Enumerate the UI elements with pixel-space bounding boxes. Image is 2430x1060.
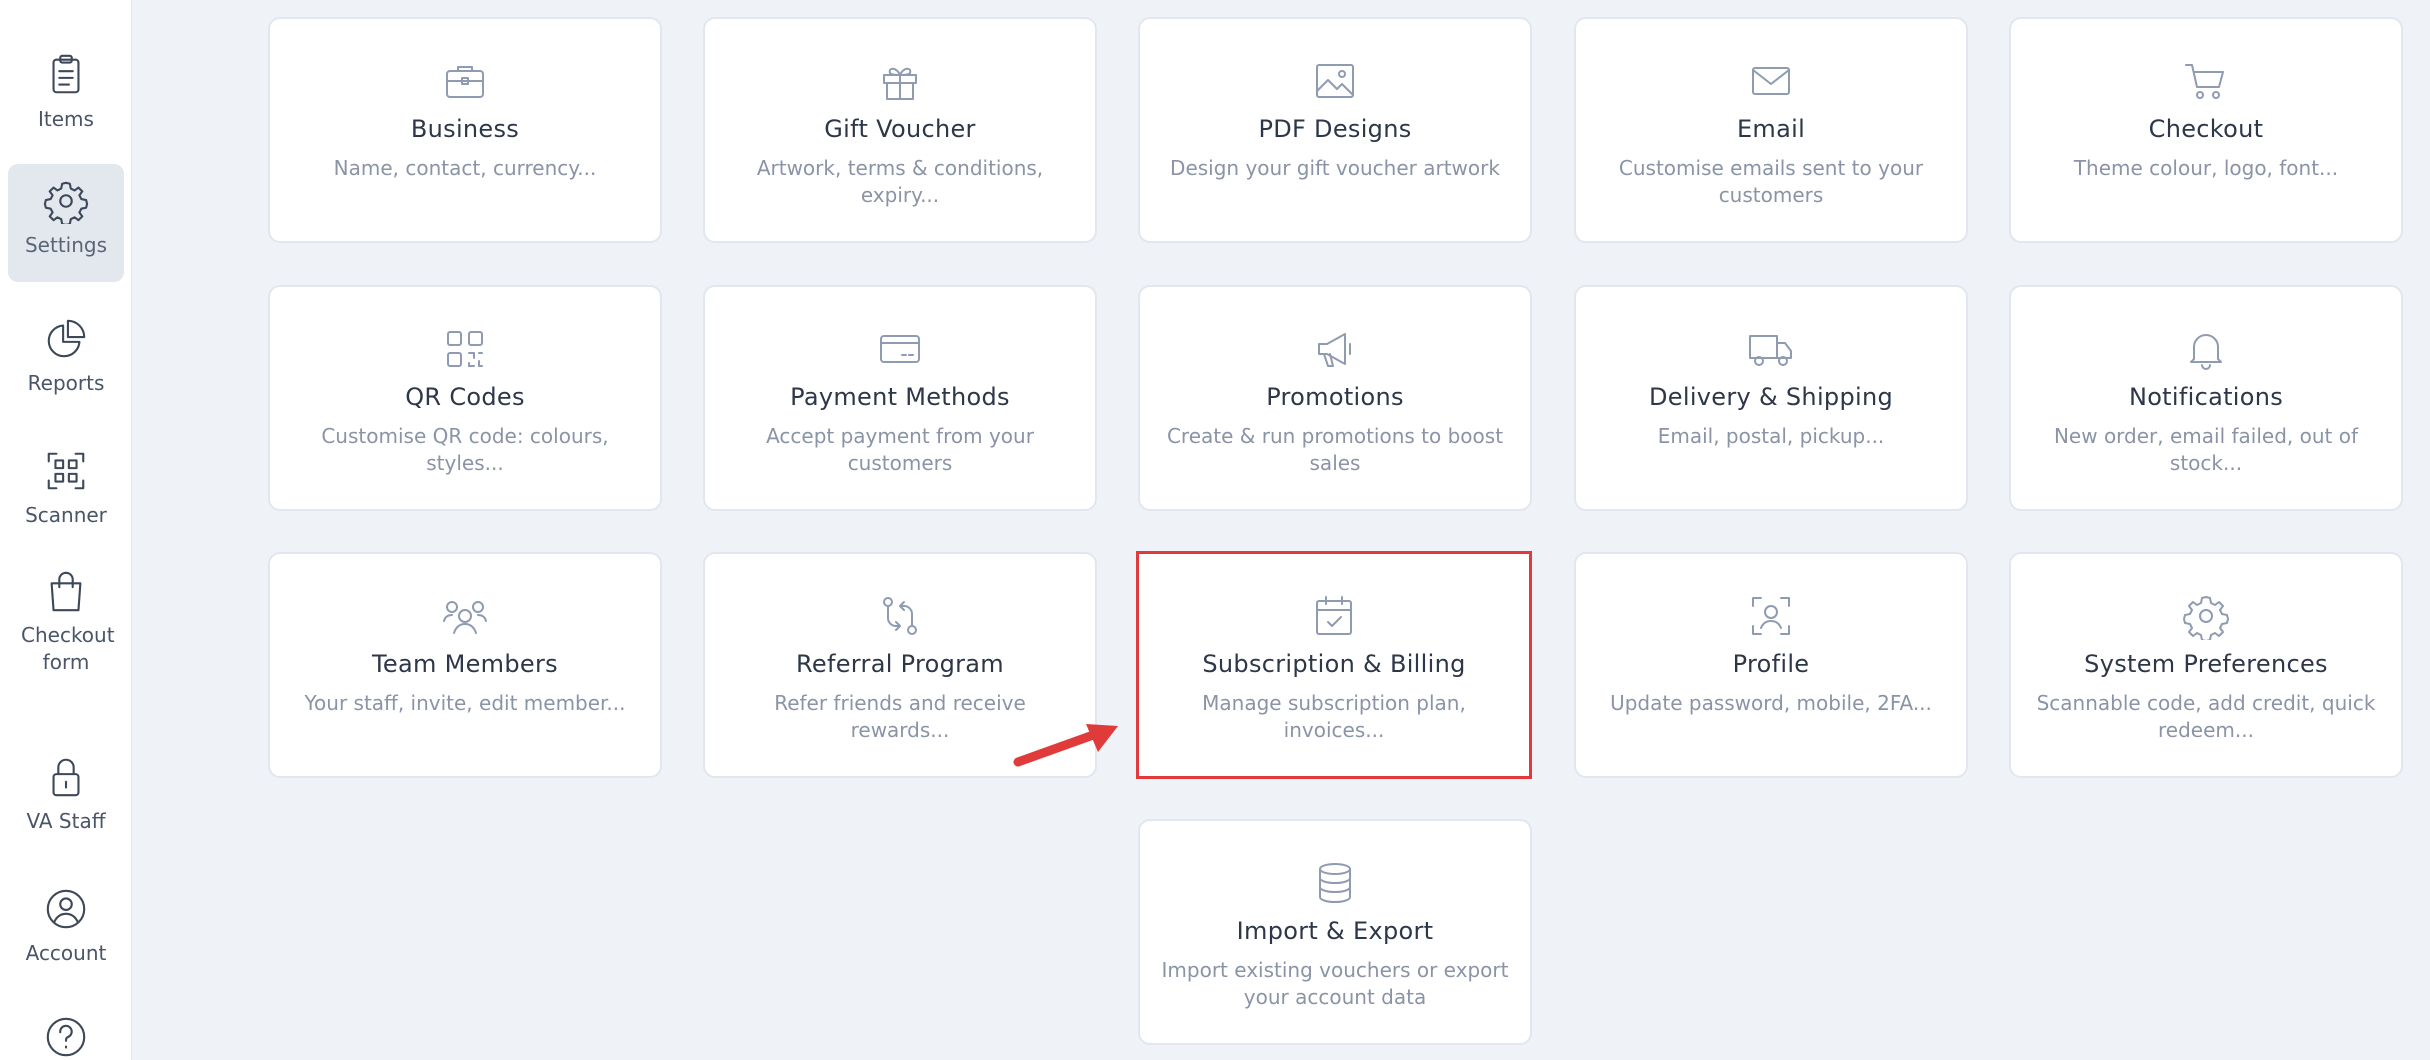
card-description: Update password, mobile, 2FA... — [1610, 691, 1932, 715]
card-title: PDF Designs — [1258, 115, 1412, 143]
user-scan-icon — [1752, 597, 1790, 635]
sidebar-item-checkout-form[interactable]: Checkout form — [8, 554, 124, 676]
help-icon — [46, 1017, 86, 1057]
card-title: QR Codes — [405, 383, 525, 411]
sidebar-item-label: VA Staff — [26, 809, 106, 833]
card-description: Customise emails sent to your customers — [1618, 156, 1924, 207]
card-title: Email — [1736, 115, 1806, 143]
settings-card-profile[interactable]: Profile Update password, mobile, 2FA... — [1574, 552, 1968, 778]
gift-icon — [883, 67, 917, 100]
shopping-bag-icon — [50, 571, 82, 612]
sidebar-item-label: Account — [25, 941, 107, 965]
sidebar-item-reports[interactable]: Reports — [8, 302, 124, 397]
card-description: Design your gift voucher artwork — [1170, 156, 1500, 180]
calendar-check-icon — [1316, 596, 1352, 635]
card-description: Name, contact, currency... — [333, 156, 597, 180]
database-icon — [1319, 863, 1351, 903]
settings-card-email[interactable]: Email Customise emails sent to your cust… — [1574, 17, 1968, 243]
card-title: System Preferences — [2084, 650, 2328, 678]
sidebar-item-label: Items — [38, 107, 94, 131]
megaphone-icon — [1318, 333, 1351, 367]
sidebar-item-scanner[interactable]: Scanner — [8, 434, 124, 529]
image-icon — [1316, 64, 1354, 98]
qr-code-icon — [447, 331, 483, 367]
card-description: Theme colour, logo, font... — [2073, 156, 2339, 180]
card-title: Checkout — [2148, 115, 2264, 143]
pie-chart-icon — [47, 319, 86, 358]
settings-card-promotions[interactable]: Promotions Create & run promotions to bo… — [1138, 285, 1532, 511]
card-title: Business — [410, 115, 520, 143]
sidebar-item-va-staff[interactable]: VA Staff — [8, 740, 124, 835]
card-description: Scannable code, add credit, quick redeem… — [2036, 691, 2376, 742]
card-title: Promotions — [1266, 383, 1404, 411]
card-description: Customise QR code: colours, styles... — [321, 424, 609, 475]
card-title: Team Members — [372, 650, 558, 678]
sidebar: Items Settings Reports Scanner Checkout … — [0, 0, 132, 1060]
settings-card-import-export[interactable]: Import & Export Import existing vouchers… — [1138, 819, 1532, 1045]
sidebar-item-items[interactable]: Items — [8, 38, 124, 133]
lock-icon — [52, 758, 80, 797]
settings-card-subscription-billing[interactable]: Subscription & Billing Manage subscripti… — [1136, 551, 1532, 779]
bell-icon — [2190, 334, 2222, 370]
card-title: Subscription & Billing — [1202, 650, 1466, 678]
card-title: Notifications — [2128, 383, 2284, 411]
credit-card-icon — [880, 335, 920, 363]
settings-card-payment-methods[interactable]: Payment Methods Accept payment from your… — [703, 285, 1097, 511]
card-title: Referral Program — [796, 650, 1004, 678]
sidebar-item-account[interactable]: Account — [8, 872, 124, 967]
qr-scan-icon — [47, 452, 85, 490]
settings-card-pdf-designs[interactable]: PDF Designs Design your gift voucher art… — [1138, 17, 1532, 243]
sidebar-item-help[interactable] — [8, 1000, 124, 1060]
settings-card-business[interactable]: Business Name, contact, currency... — [268, 17, 662, 243]
settings-card-qr-codes[interactable]: QR Codes Customise QR code: colours, sty… — [268, 285, 662, 511]
card-description: Your staff, invite, edit member... — [304, 691, 626, 715]
card-description: Create & run promotions to boost sales — [1166, 424, 1504, 475]
sidebar-item-label: Checkout form — [21, 623, 115, 674]
card-description: Import existing vouchers or export your … — [1161, 958, 1509, 1009]
settings-card-notifications[interactable]: Notifications New order, email failed, o… — [2009, 285, 2403, 511]
gear-icon — [43, 181, 89, 224]
users-icon — [443, 601, 487, 634]
briefcase-icon — [446, 66, 484, 98]
truck-icon — [1749, 335, 1792, 366]
card-description: Manage subscription plan, invoices... — [1202, 691, 1466, 742]
referral-arrows-icon — [883, 597, 917, 635]
settings-card-gift-voucher[interactable]: Gift Voucher Artwork, terms & conditions… — [703, 17, 1097, 243]
card-description: Artwork, terms & conditions, expiry... — [756, 156, 1044, 207]
card-title: Profile — [1732, 650, 1810, 678]
card-description: New order, email failed, out of stock... — [2053, 424, 2359, 475]
sidebar-item-label: Scanner — [25, 503, 107, 527]
sidebar-item-label: Settings — [24, 233, 108, 257]
settings-card-delivery-shipping[interactable]: Delivery & Shipping Email, postal, picku… — [1574, 285, 1968, 511]
settings-card-system-preferences[interactable]: System Preferences Scannable code, add c… — [2009, 552, 2403, 778]
cart-icon — [2185, 64, 2224, 99]
envelope-icon — [1752, 67, 1790, 95]
settings-card-checkout[interactable]: Checkout Theme colour, logo, font... — [2009, 17, 2403, 243]
card-title: Gift Voucher — [824, 115, 976, 143]
card-title: Delivery & Shipping — [1649, 383, 1893, 411]
sidebar-item-label: Reports — [27, 371, 105, 395]
clipboard-icon — [52, 54, 80, 94]
gear-icon — [2183, 596, 2229, 640]
sidebar-item-settings[interactable]: Settings — [8, 164, 124, 282]
card-description: Accept payment from your customers — [766, 424, 1034, 475]
settings-card-team-members[interactable]: Team Members Your staff, invite, edit me… — [268, 552, 662, 778]
card-title: Payment Methods — [790, 383, 1010, 411]
card-title: Import & Export — [1236, 917, 1434, 945]
user-circle-icon — [46, 889, 86, 929]
card-description: Email, postal, pickup... — [1657, 424, 1885, 448]
annotation-arrow-icon — [1013, 724, 1118, 767]
